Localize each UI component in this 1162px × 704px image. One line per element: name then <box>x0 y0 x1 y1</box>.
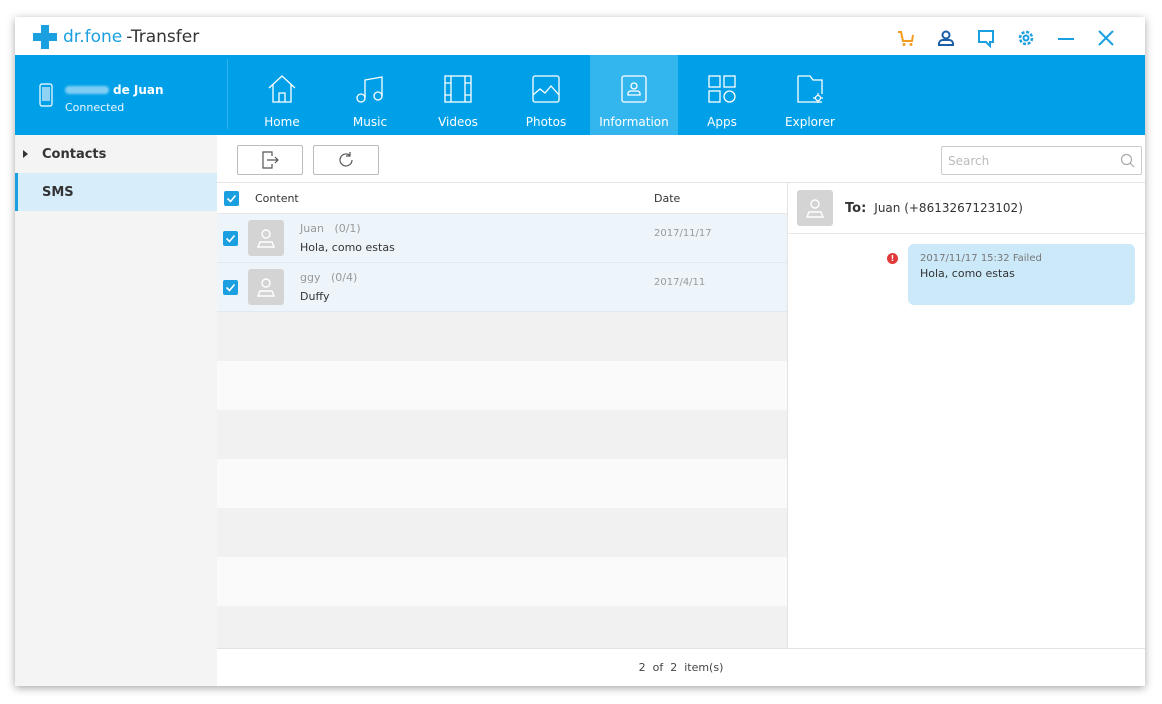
recipient: Juan (+8613267123102) <box>874 201 1023 215</box>
message-meta: 2017/11/17 15:32 Failed <box>920 253 1042 264</box>
product-name: -Transfer <box>126 27 200 47</box>
contact-icon <box>256 278 276 297</box>
close-icon[interactable] <box>1095 27 1117 49</box>
brand-name: dr.fone <box>63 27 123 47</box>
message-preview: Duffy <box>300 290 330 303</box>
device-status: Connected <box>65 101 125 114</box>
avatar <box>248 269 284 305</box>
tab-videos[interactable]: Videos <box>414 55 502 135</box>
app-window: dr.fone -Transfer de Juan Connected Home… <box>15 17 1145 686</box>
tab-information[interactable]: Information <box>590 55 678 135</box>
photos-icon <box>532 75 560 103</box>
expand-arrow-icon[interactable] <box>23 150 28 158</box>
minimize-icon[interactable] <box>1055 27 1077 49</box>
empty-row <box>217 508 787 557</box>
to-label: To: <box>845 200 867 216</box>
list-header: Content Date <box>217 183 787 214</box>
information-icon <box>621 75 647 103</box>
row-checkbox[interactable] <box>223 279 238 295</box>
videos-icon <box>444 75 472 103</box>
empty-row <box>217 312 787 361</box>
nav-divider <box>227 59 228 129</box>
phone-icon <box>39 83 53 107</box>
empty-row <box>217 361 787 410</box>
toolbar <box>217 135 1145 183</box>
export-icon <box>262 151 279 169</box>
message-bubble: 2017/11/17 15:32 Failed Hola, como estas <box>908 244 1135 305</box>
user-icon[interactable] <box>935 27 957 49</box>
empty-row <box>217 606 787 648</box>
sidebar-item-sms[interactable]: SMS <box>15 173 217 211</box>
sms-list: Content Date Juan (0/1) Hola, como estas… <box>217 183 787 648</box>
item-count: 2 of 2 item(s) <box>638 661 724 674</box>
search-input[interactable] <box>948 153 1120 168</box>
contact-name: Juan (0/1) <box>300 222 361 235</box>
list-item[interactable]: ggy (0/4) Duffy 2017/4/11 <box>217 263 787 312</box>
refresh-button[interactable] <box>313 145 379 175</box>
select-all-checkbox[interactable] <box>224 190 239 206</box>
refresh-icon <box>339 152 353 167</box>
empty-row <box>217 557 787 606</box>
conversation-header: To: Juan (+8613267123102) <box>788 183 1145 234</box>
tab-explorer[interactable]: Explorer <box>766 55 854 135</box>
column-date[interactable]: Date <box>654 192 680 205</box>
error-icon: ! <box>887 253 898 264</box>
empty-rows <box>217 312 787 648</box>
app-logo: dr.fone -Transfer <box>33 25 199 49</box>
contact-name: ggy (0/4) <box>300 271 358 284</box>
main-nav: de Juan Connected Home Music Videos Phot… <box>15 55 1145 135</box>
title-bar: dr.fone -Transfer <box>15 17 1145 55</box>
apps-icon <box>708 75 736 103</box>
settings-icon[interactable] <box>1015 27 1037 49</box>
tab-apps[interactable]: Apps <box>678 55 766 135</box>
message-text: Hola, como estas <box>920 267 1015 280</box>
row-checkbox[interactable] <box>223 230 238 246</box>
export-button[interactable] <box>237 145 303 175</box>
message-date: 2017/4/11 <box>654 277 706 288</box>
music-icon <box>356 76 383 103</box>
empty-row <box>217 410 787 459</box>
device-info[interactable]: de Juan Connected <box>39 83 164 114</box>
home-icon <box>268 75 296 103</box>
cart-icon[interactable] <box>895 27 917 49</box>
drfone-logo-icon <box>33 25 57 49</box>
list-item[interactable]: Juan (0/1) Hola, como estas 2017/11/17 <box>217 214 787 263</box>
avatar <box>248 220 284 256</box>
contact-icon <box>256 229 276 248</box>
message-preview: Hola, como estas <box>300 241 395 254</box>
feedback-icon[interactable] <box>975 27 997 49</box>
tab-photos[interactable]: Photos <box>502 55 590 135</box>
contact-icon <box>805 199 825 218</box>
message-date: 2017/11/17 <box>654 228 712 239</box>
empty-row <box>217 459 787 508</box>
search-box[interactable] <box>941 146 1142 175</box>
device-name: de Juan <box>65 83 164 97</box>
conversation-panel: To: Juan (+8613267123102) ! 2017/11/17 1… <box>787 183 1145 648</box>
explorer-icon <box>797 75 823 103</box>
recipient-avatar <box>797 190 833 226</box>
sidebar: Contacts SMS <box>15 135 217 686</box>
tab-home[interactable]: Home <box>238 55 326 135</box>
search-icon[interactable] <box>1120 153 1135 168</box>
column-content[interactable]: Content <box>255 192 299 205</box>
sidebar-item-contacts[interactable]: Contacts <box>15 135 217 173</box>
status-footer: 2 of 2 item(s) <box>217 648 1145 686</box>
tab-music[interactable]: Music <box>326 55 414 135</box>
